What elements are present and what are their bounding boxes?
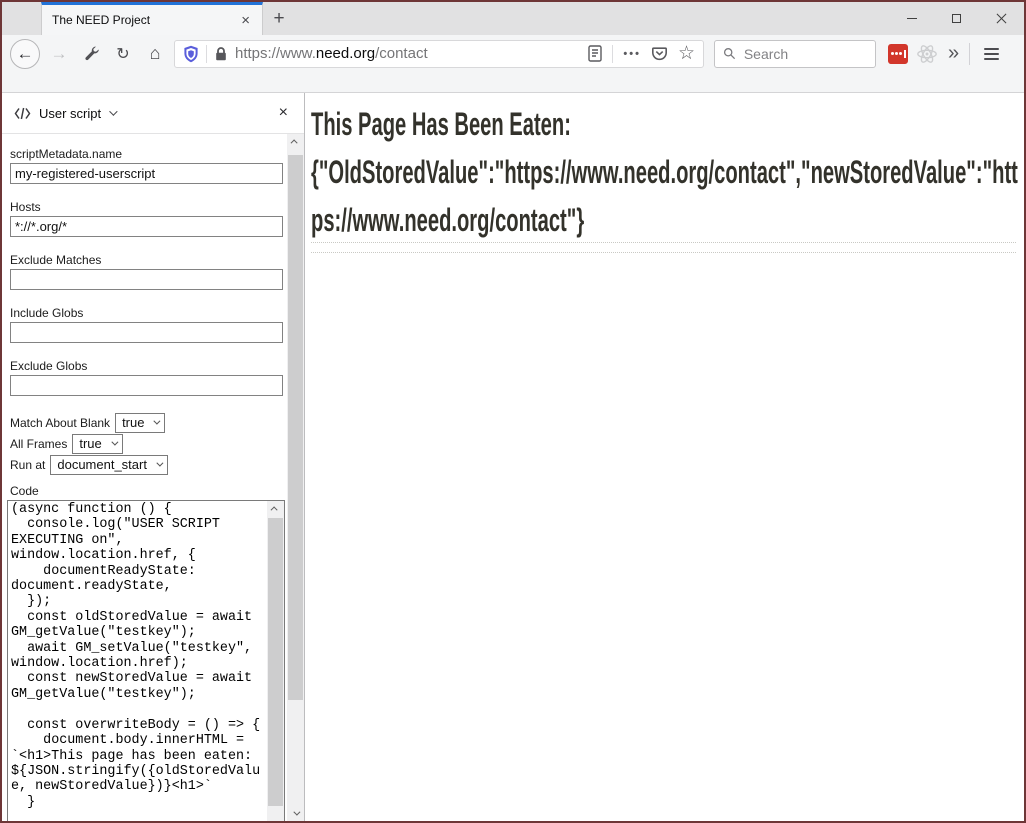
url-bar-actions: ••• ☆ (588, 44, 697, 63)
tab-close-icon[interactable]: × (237, 13, 254, 28)
match-about-blank-select[interactable]: true (115, 413, 165, 433)
sidebar-scrollbar-thumb[interactable] (288, 155, 303, 700)
all-frames-label: All Frames (10, 437, 67, 451)
password-manager-extension-icon[interactable] (888, 44, 908, 64)
scriptmetadata-name-field[interactable] (10, 163, 283, 184)
home-button[interactable]: ⌂ (142, 40, 168, 68)
overflow-menu-button[interactable]: » (946, 42, 961, 65)
url-divider (206, 45, 207, 63)
run-at-value: document_start (57, 457, 147, 472)
url-path: /contact (375, 45, 428, 62)
tab-bar: The NEED Project × + (2, 2, 1024, 35)
pocket-icon[interactable] (651, 45, 668, 62)
match-about-blank-value: true (122, 415, 144, 430)
chevron-down-icon[interactable] (109, 107, 117, 115)
tab-title: The NEED Project (52, 13, 237, 27)
scroll-down-icon[interactable] (287, 806, 304, 821)
reload-button[interactable]: ↻ (110, 40, 136, 68)
close-button[interactable] (979, 2, 1024, 35)
tracking-protection-shield-icon[interactable] (183, 45, 199, 63)
run-at-select[interactable]: document_start (50, 455, 168, 475)
include-globs-label: Include Globs (10, 306, 282, 320)
wrench-icon (83, 45, 100, 62)
all-frames-select[interactable]: true (72, 434, 122, 454)
include-globs-field[interactable] (10, 322, 283, 343)
lock-icon[interactable] (214, 46, 228, 62)
sidebar-close-button[interactable]: × (275, 103, 292, 123)
reader-mode-icon[interactable] (588, 45, 602, 62)
scriptmetadata-name-label: scriptMetadata.name (10, 147, 282, 161)
url-bar[interactable]: https://www.need.org/contact ••• ☆ (174, 40, 704, 68)
back-button[interactable]: ← (10, 39, 40, 69)
tab-the-need-project[interactable]: The NEED Project × (41, 2, 263, 35)
new-tab-button[interactable]: + (263, 2, 295, 35)
sidebar-title: User script (39, 106, 101, 121)
wrench-button[interactable] (78, 40, 104, 68)
search-box[interactable] (714, 40, 876, 68)
code-editor[interactable]: (async function () { console.log("USER S… (7, 500, 285, 821)
select-chevron-icon (156, 460, 163, 467)
page-actions-button[interactable]: ••• (623, 48, 641, 60)
hosts-label: Hosts (10, 200, 282, 214)
exclude-globs-field[interactable] (10, 375, 283, 396)
maximize-icon (952, 14, 961, 23)
url-scheme: https://www. (235, 45, 316, 62)
code-text[interactable]: (async function () { console.log("USER S… (11, 502, 264, 821)
content-area: User script × scriptMetadata.name Hosts … (2, 93, 1024, 821)
url-text: https://www.need.org/contact (235, 45, 581, 62)
sidebar-form: scriptMetadata.name Hosts Exclude Matche… (2, 134, 304, 821)
close-icon (996, 13, 1007, 24)
bookmark-star-icon[interactable]: ☆ (678, 44, 695, 63)
navigation-toolbar: ← → ↻ ⌂ https://www.need.org/contact •••… (2, 35, 1024, 72)
all-frames-value: true (79, 436, 101, 451)
minimize-icon (907, 18, 917, 19)
code-label: Code (10, 484, 282, 498)
forward-button[interactable]: → (46, 40, 72, 68)
exclude-matches-field[interactable] (10, 269, 283, 290)
scroll-up-icon[interactable] (287, 134, 304, 149)
match-about-blank-label: Match About Blank (10, 416, 110, 430)
react-devtools-extension-icon[interactable] (914, 40, 940, 68)
menu-button[interactable] (978, 48, 1005, 60)
page-heading: This Page Has Been Eaten: {"OldStoredVal… (311, 100, 1020, 244)
exclude-matches-label: Exclude Matches (10, 253, 282, 267)
select-chevron-icon (111, 439, 118, 446)
bookmarks-toolbar (2, 72, 1024, 93)
user-script-sidebar: User script × scriptMetadata.name Hosts … (2, 93, 305, 821)
page-content: This Page Has Been Eaten: {"OldStoredVal… (305, 93, 1024, 821)
scroll-up-icon[interactable] (267, 501, 284, 516)
sidebar-scrollbar[interactable] (287, 134, 304, 821)
run-at-label: Run at (10, 458, 45, 472)
sidebar-header: User script × (2, 93, 304, 134)
exclude-globs-label: Exclude Globs (10, 359, 282, 373)
browser-window: The NEED Project × + ← → ↻ ⌂ https://www… (0, 0, 1026, 823)
search-input[interactable] (744, 46, 867, 62)
dotted-divider (311, 252, 1016, 253)
pre-tab-space (2, 2, 41, 35)
window-controls (889, 2, 1024, 35)
code-scrollbar[interactable] (267, 501, 284, 821)
minimize-button[interactable] (889, 2, 934, 35)
search-icon (723, 46, 736, 61)
maximize-button[interactable] (934, 2, 979, 35)
hosts-field[interactable] (10, 216, 283, 237)
code-icon (14, 107, 31, 120)
url-domain: need.org (316, 45, 375, 62)
select-chevron-icon (154, 418, 161, 425)
code-scrollbar-thumb[interactable] (268, 518, 283, 806)
url-actions-divider (612, 45, 613, 63)
toolbar-divider (969, 43, 970, 65)
atom-icon (916, 43, 938, 65)
